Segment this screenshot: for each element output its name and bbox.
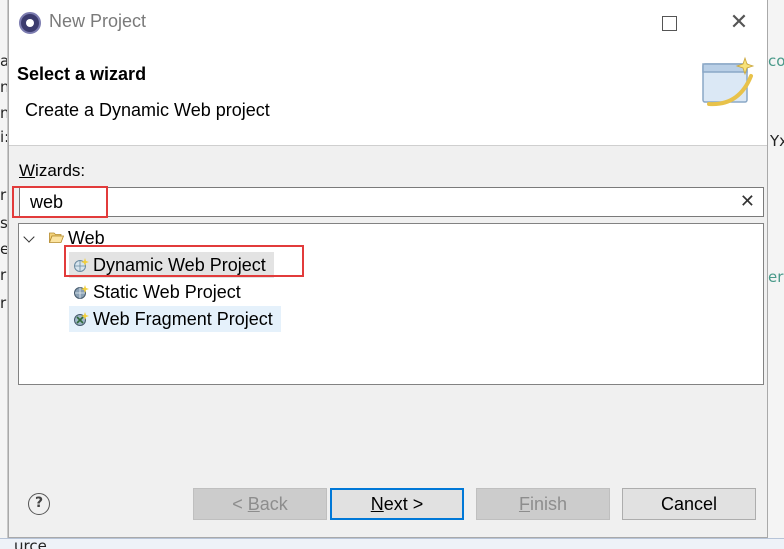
- next-button[interactable]: Next >: [330, 488, 464, 520]
- web-fragment-project-icon: [74, 312, 89, 326]
- maximize-icon: [661, 15, 677, 31]
- bg-text-fragment: a: [0, 52, 7, 70]
- window-title: New Project: [49, 11, 147, 31]
- wizard-header: Select a wizard Create a Dynamic Web pro…: [9, 46, 767, 146]
- maximize-button[interactable]: [647, 8, 691, 38]
- bg-text-fragment: r: [0, 294, 7, 312]
- bg-text-fragment: r: [0, 186, 7, 204]
- folder-open-icon: [49, 232, 64, 243]
- bg-text-fragment: co: [768, 52, 784, 70]
- search-highlight-annotation: [12, 186, 108, 218]
- new-project-dialog: New Project ✕ Select a wizard Create a D…: [8, 0, 768, 538]
- finish-button[interactable]: Finish: [476, 488, 610, 520]
- static-web-project-icon: [74, 285, 89, 299]
- title-bar[interactable]: New Project ✕: [9, 0, 767, 46]
- page-description: Create a Dynamic Web project: [25, 100, 270, 120]
- background-window-left: a n n i: r s el r r: [0, 0, 8, 549]
- bg-text-fragment: i:: [0, 128, 7, 146]
- wizards-label: Wizards:: [19, 161, 86, 180]
- item-label: Web Fragment Project: [93, 309, 273, 329]
- back-button[interactable]: < Back: [193, 488, 327, 520]
- page-title: Select a wizard: [17, 64, 147, 84]
- bg-text-fragment: n: [0, 78, 7, 96]
- bg-text-fragment: el: [0, 240, 7, 258]
- bg-text-fragment: er: [768, 268, 784, 286]
- help-icon[interactable]: ?: [28, 493, 50, 515]
- tree-item-static-web-project[interactable]: Static Web Project: [69, 279, 249, 305]
- cancel-button[interactable]: Cancel: [622, 488, 756, 520]
- bg-text-fragment: n: [0, 104, 7, 122]
- wizard-banner-icon: [702, 56, 755, 107]
- bg-text-fragment: urce: [14, 538, 47, 549]
- tree-item-web-fragment-project[interactable]: Web Fragment Project: [69, 306, 281, 332]
- close-button[interactable]: ✕: [717, 8, 761, 38]
- eclipse-icon: [19, 12, 41, 34]
- wizard-search-input[interactable]: [22, 189, 722, 215]
- background-window-right: co Yx er: [768, 0, 784, 549]
- item-label: Static Web Project: [93, 282, 241, 302]
- bg-text-fragment: r: [0, 266, 7, 284]
- bg-text-fragment: Yx: [770, 132, 784, 150]
- bg-text-fragment: s: [0, 214, 8, 232]
- item-highlight-annotation: [64, 245, 304, 277]
- wizard-filter-field[interactable]: ✕: [19, 187, 764, 217]
- clear-icon[interactable]: ✕: [740, 191, 755, 212]
- chevron-down-icon[interactable]: [23, 231, 35, 243]
- background-window-bottom: urce: [0, 538, 784, 549]
